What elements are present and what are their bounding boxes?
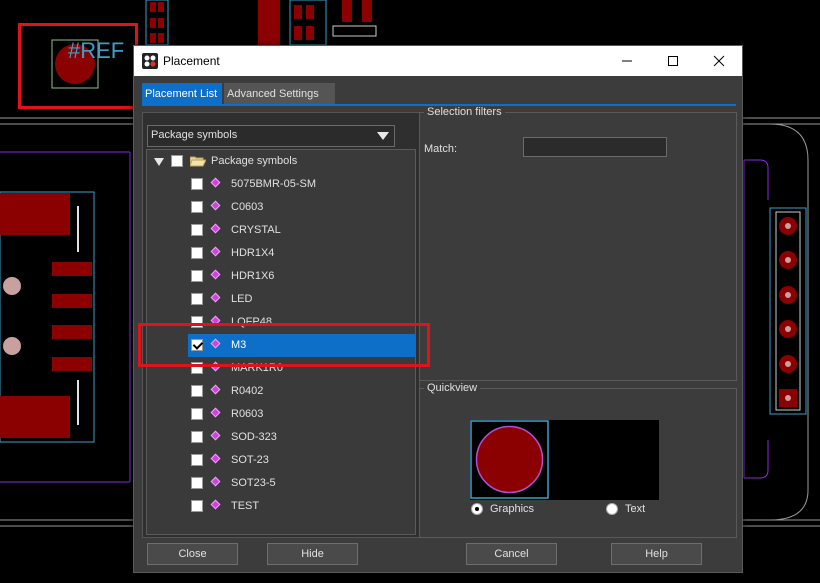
- window-title: Placement: [163, 54, 220, 68]
- tree-item-label: HDR1X6: [231, 270, 275, 282]
- package-symbol-icon: [210, 476, 221, 487]
- tree-item-led[interactable]: LED: [147, 288, 415, 311]
- symbol-type-dropdown[interactable]: Package symbols: [147, 125, 395, 147]
- tree-item-label: SOT23-5: [231, 477, 276, 489]
- package-symbol-icon: [210, 453, 221, 464]
- tree-item-label: SOT-23: [231, 454, 269, 466]
- tree-item-label: R0402: [231, 385, 264, 397]
- tree-item-sod323[interactable]: SOD-323: [147, 426, 415, 449]
- tree-item-hdr1x4[interactable]: HDR1X4: [147, 242, 415, 265]
- highlight-box-m3: [138, 323, 430, 367]
- close-button[interactable]: Close: [147, 543, 238, 565]
- footprint-preview-graphic: [470, 420, 549, 499]
- folder-open-icon: [189, 155, 207, 170]
- match-input[interactable]: [523, 137, 667, 157]
- tree-item-checkbox[interactable]: [191, 270, 203, 282]
- package-symbol-icon: [210, 269, 221, 280]
- tree-item-sot23-5[interactable]: SOT23-5: [147, 472, 415, 495]
- match-label: Match:: [424, 143, 458, 155]
- package-symbol-icon: [210, 407, 221, 418]
- tree-item-label: C0603: [231, 201, 264, 213]
- placement-dialog: Placement Placement List Advanced Settin…: [133, 45, 743, 573]
- collapse-arrow-icon[interactable]: [154, 158, 164, 166]
- close-window-button[interactable]: [696, 46, 742, 76]
- tree-item-r0402[interactable]: R0402: [147, 380, 415, 403]
- tree-root-label: Package symbols: [211, 155, 298, 167]
- tree-item-checkbox[interactable]: [191, 293, 203, 305]
- package-symbol-icon: [210, 177, 221, 188]
- tree-item-label: R0603: [231, 408, 264, 420]
- tree-item-checkbox[interactable]: [191, 385, 203, 397]
- text-radio[interactable]: [606, 503, 618, 515]
- quickview-preview: [470, 420, 659, 500]
- title-bar[interactable]: Placement: [134, 46, 742, 76]
- tree-item-checkbox[interactable]: [191, 224, 203, 236]
- package-symbol-icon: [210, 499, 221, 510]
- package-symbol-icon: [210, 223, 221, 234]
- tree-item-checkbox[interactable]: [191, 431, 203, 443]
- tab-advanced-settings[interactable]: Advanced Settings: [224, 83, 335, 105]
- help-button[interactable]: Help: [611, 543, 702, 565]
- symbol-type-value: Package symbols: [151, 129, 238, 141]
- tree-item-label: HDR1X4: [231, 247, 275, 259]
- tree-root-row[interactable]: Package symbols: [147, 150, 415, 173]
- tree-item-checkbox[interactable]: [191, 178, 203, 190]
- minimize-button[interactable]: [604, 46, 650, 76]
- maximize-button[interactable]: [650, 46, 696, 76]
- tree-item-label: SOD-323: [231, 431, 277, 443]
- chevron-down-icon: [377, 132, 389, 140]
- tree-item-sot23[interactable]: SOT-23: [147, 449, 415, 472]
- package-symbol-icon: [210, 292, 221, 303]
- tree-item-5075bmr[interactable]: 5075BMR-05-SM: [147, 173, 415, 196]
- tree-item-c0603[interactable]: C0603: [147, 196, 415, 219]
- tree-item-label: LED: [231, 293, 253, 305]
- package-symbol-icon: [210, 200, 221, 211]
- tree-item-test[interactable]: TEST: [147, 495, 415, 518]
- package-symbol-icon: [210, 384, 221, 395]
- tree-item-checkbox[interactable]: [191, 408, 203, 420]
- tree-item-checkbox[interactable]: [191, 454, 203, 466]
- package-symbol-icon: [210, 430, 221, 441]
- tree-item-r0603[interactable]: R0603: [147, 403, 415, 426]
- quickview-title: Quickview: [424, 382, 481, 394]
- selection-filters-title: Selection filters: [424, 106, 505, 118]
- tree-root-checkbox[interactable]: [171, 155, 183, 167]
- graphics-radio-label: Graphics: [490, 503, 535, 515]
- tree-item-checkbox[interactable]: [191, 477, 203, 489]
- tree-item-crystal[interactable]: CRYSTAL: [147, 219, 415, 242]
- hide-button[interactable]: Hide: [267, 543, 358, 565]
- tree-item-hdr1x6[interactable]: HDR1X6: [147, 265, 415, 288]
- app-icon: [142, 53, 158, 72]
- package-symbol-icon: [210, 246, 221, 257]
- highlight-box-ref: [18, 23, 138, 109]
- cancel-button[interactable]: Cancel: [466, 543, 557, 565]
- tree-item-checkbox[interactable]: [191, 247, 203, 259]
- maximize-icon: [668, 56, 678, 66]
- tree-item-label: CRYSTAL: [231, 224, 281, 236]
- tree-item-label: 5075BMR-05-SM: [231, 178, 316, 190]
- tree-item-label: TEST: [231, 500, 260, 512]
- minimize-icon: [622, 60, 632, 62]
- text-radio-label: Text: [625, 503, 646, 515]
- tree-item-checkbox[interactable]: [191, 500, 203, 512]
- tab-placement-list[interactable]: Placement List: [142, 83, 222, 105]
- close-icon: [713, 55, 725, 67]
- graphics-radio[interactable]: [471, 503, 483, 515]
- tree-item-checkbox[interactable]: [191, 201, 203, 213]
